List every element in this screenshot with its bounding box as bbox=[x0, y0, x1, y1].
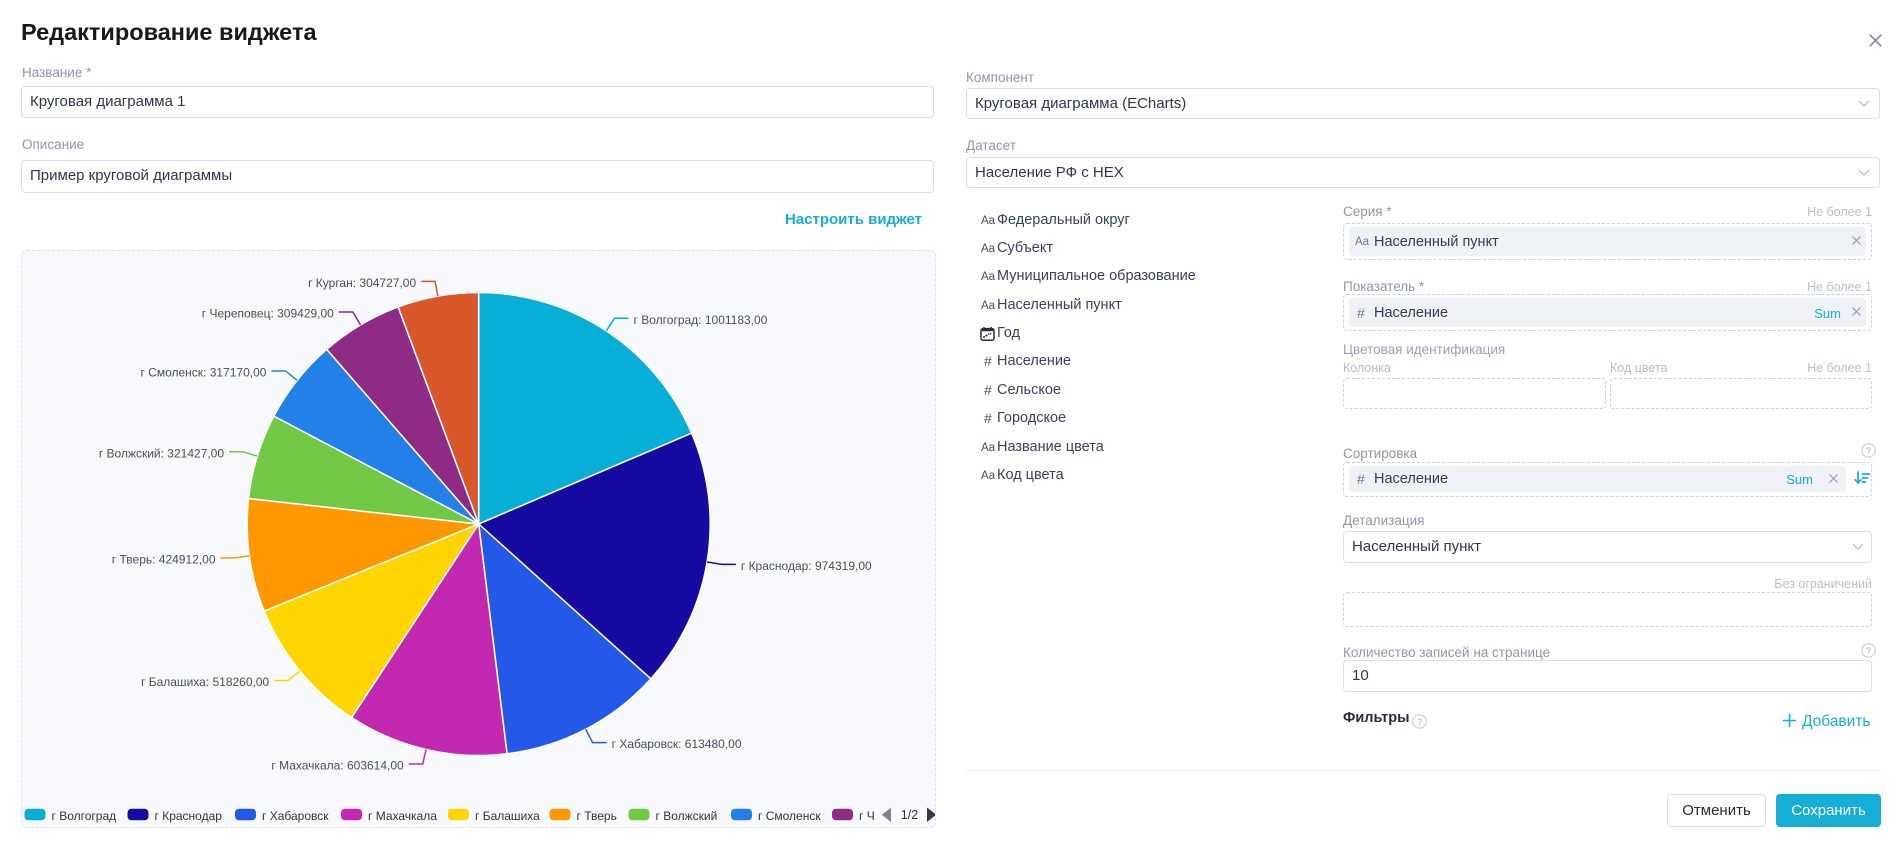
svg-text:г Балашиха: г Балашиха bbox=[475, 809, 540, 823]
svg-text:г Череповец: 309429,00: г Череповец: 309429,00 bbox=[202, 307, 334, 321]
svg-text:?: ? bbox=[1865, 445, 1870, 456]
svg-text:г Волжский: г Волжский bbox=[656, 809, 718, 823]
svg-text:г Тверь: 424912,00: г Тверь: 424912,00 bbox=[112, 552, 216, 566]
svg-text:?: ? bbox=[1866, 646, 1871, 657]
svg-text:г Смоленск: 317170,00: г Смоленск: 317170,00 bbox=[140, 365, 266, 379]
svg-text:г Курган: 304727,00: г Курган: 304727,00 bbox=[308, 276, 416, 290]
svg-text:г Балашиха: 518260,00: г Балашиха: 518260,00 bbox=[141, 675, 270, 689]
svg-text:г Махачкала: г Махачкала bbox=[368, 809, 437, 823]
svg-text:г Смоленск: г Смоленск bbox=[758, 809, 821, 823]
svg-text:г Краснодар: 974319,00: г Краснодар: 974319,00 bbox=[741, 559, 872, 573]
svg-text:г Хабаровск: 613480,00: г Хабаровск: 613480,00 bbox=[612, 737, 742, 751]
svg-text:?: ? bbox=[1417, 717, 1422, 728]
svg-text:г Тверь: г Тверь bbox=[577, 809, 617, 823]
svg-text:г Волгоград: г Волгоград bbox=[52, 809, 117, 823]
svg-text:г Краснодар: г Краснодар bbox=[155, 809, 223, 823]
svg-text:г Ч: г Ч bbox=[859, 809, 875, 823]
svg-text:г Хабаровск: г Хабаровск bbox=[262, 809, 329, 823]
svg-text:1/2: 1/2 bbox=[901, 808, 918, 822]
svg-text:г Волгоград: 1001183,00: г Волгоград: 1001183,00 bbox=[634, 313, 768, 327]
svg-text:г Махачкала: 603614,00: г Махачкала: 603614,00 bbox=[271, 759, 404, 773]
svg-text:г Волжский: 321427,00: г Волжский: 321427,00 bbox=[99, 446, 225, 460]
